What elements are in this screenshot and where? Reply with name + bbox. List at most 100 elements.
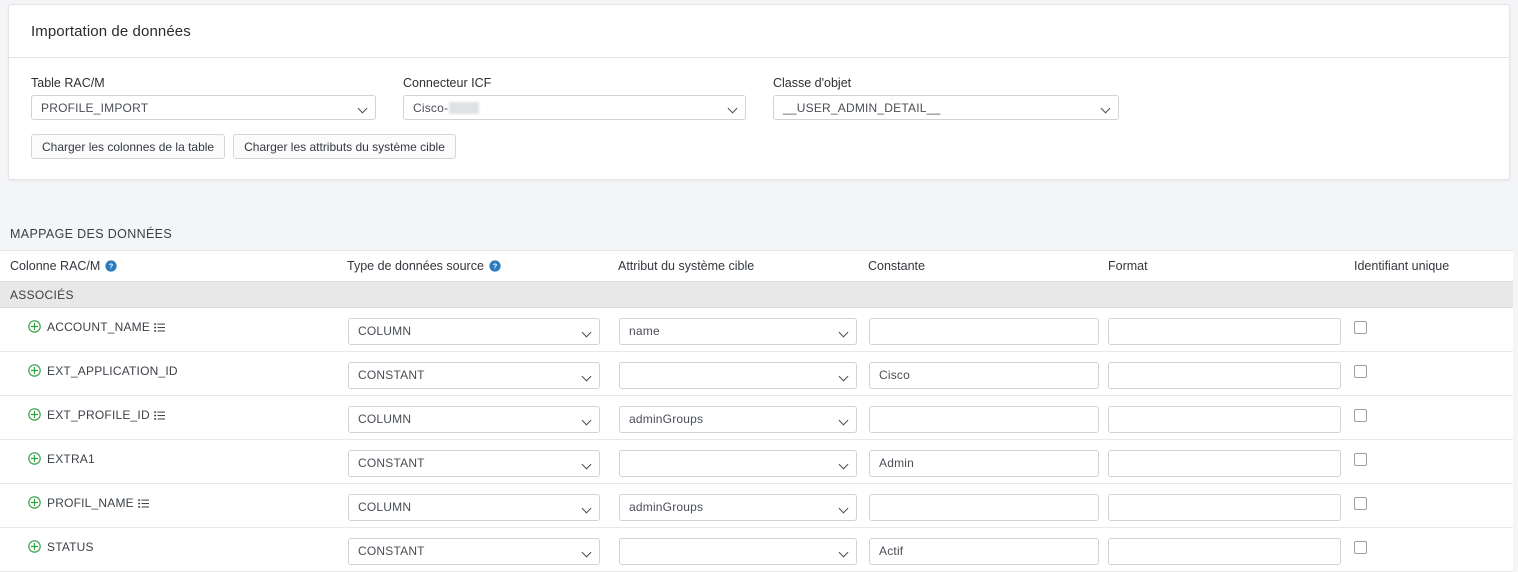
source-type-select[interactable]: CONSTANT	[348, 361, 600, 389]
plus-circle-icon[interactable]	[28, 408, 41, 421]
row-source-type-cell: CONSTANT	[347, 447, 613, 477]
row-unique-id-cell	[1354, 453, 1513, 466]
row-constant-cell: Admin	[866, 447, 1108, 477]
row-column-name: STATUS	[47, 539, 94, 554]
source-type-value: COLUMN	[358, 324, 412, 338]
row-source-type-cell: COLUMN	[347, 403, 613, 433]
plus-circle-icon[interactable]	[28, 496, 41, 509]
table-racm-select[interactable]: PROFILE_IMPORT	[31, 95, 376, 120]
source-type-value: CONSTANT	[358, 456, 425, 470]
unique-id-checkbox[interactable]	[1354, 497, 1367, 510]
source-type-select[interactable]: COLUMN	[348, 493, 600, 521]
row-source-type-cell: COLUMN	[347, 491, 613, 521]
format-input[interactable]	[1108, 361, 1341, 389]
table-row: ACCOUNT_NAME COLUMN name	[0, 308, 1513, 352]
row-format-cell	[1108, 535, 1354, 565]
card-body: Table RAC/M PROFILE_IMPORT Connecteur IC…	[9, 58, 1509, 179]
help-circle-icon[interactable]: ?	[105, 260, 117, 272]
constant-input[interactable]: Admin	[869, 449, 1099, 477]
source-type-value: COLUMN	[358, 500, 412, 514]
svg-text:?: ?	[493, 262, 498, 271]
load-table-columns-button[interactable]: Charger les colonnes de la table	[31, 134, 226, 159]
row-source-type-cell: CONSTANT	[347, 535, 613, 565]
page-title: Importation de données	[31, 22, 191, 40]
row-column-cell: STATUS	[0, 540, 347, 554]
source-type-value: CONSTANT	[358, 368, 425, 382]
row-target-attribute-cell	[613, 447, 866, 477]
connecteur-icf-select[interactable]: Cisco-	[403, 95, 746, 120]
row-column-name: EXT_APPLICATION_ID	[47, 363, 178, 378]
header-format: Format	[1108, 259, 1148, 273]
row-target-attribute-cell: adminGroups	[613, 491, 866, 521]
table-row: PROFIL_NAME COLUMN adminGroups	[0, 484, 1513, 528]
row-column-cell: EXT_PROFILE_ID	[0, 408, 347, 422]
source-type-select[interactable]: CONSTANT	[348, 537, 600, 565]
row-format-cell	[1108, 315, 1354, 345]
source-type-value: COLUMN	[358, 412, 412, 426]
source-type-select[interactable]: COLUMN	[348, 405, 600, 433]
field-classe-objet: Classe d'objet __USER_ADMIN_DETAIL__	[773, 76, 1119, 120]
classe-objet-label: Classe d'objet	[773, 76, 852, 90]
data-mapping-grid: Colonne RAC/M ? Type de données source ?…	[0, 250, 1513, 572]
constant-input[interactable]	[869, 493, 1099, 521]
row-source-type-cell: COLUMN	[347, 315, 613, 345]
source-type-select[interactable]: COLUMN	[348, 317, 600, 345]
row-constant-cell	[866, 403, 1108, 433]
plus-circle-icon[interactable]	[28, 364, 41, 377]
target-attribute-value: adminGroups	[629, 412, 704, 426]
header-attribut-systeme-cible: Attribut du système cible	[618, 259, 755, 273]
unique-id-checkbox[interactable]	[1354, 321, 1367, 334]
plus-circle-icon[interactable]	[28, 320, 41, 333]
row-format-cell	[1108, 447, 1354, 477]
row-unique-id-cell	[1354, 321, 1513, 334]
source-type-value: CONSTANT	[358, 544, 425, 558]
row-target-attribute-cell: adminGroups	[613, 403, 866, 433]
format-input[interactable]	[1108, 537, 1341, 565]
target-attribute-select[interactable]: name	[619, 317, 857, 345]
row-format-cell	[1108, 403, 1354, 433]
target-attribute-value: name	[629, 324, 660, 338]
constant-input[interactable]	[869, 405, 1099, 433]
help-circle-icon[interactable]: ?	[489, 260, 501, 272]
list-icon[interactable]	[138, 497, 149, 508]
header-type-donnees-source: Type de données source ?	[347, 259, 613, 273]
format-input[interactable]	[1108, 493, 1341, 521]
format-input[interactable]	[1108, 449, 1341, 477]
list-icon[interactable]	[154, 321, 166, 332]
target-attribute-select[interactable]	[619, 537, 857, 565]
row-source-type-cell: CONSTANT	[347, 359, 613, 389]
constant-input[interactable]	[869, 317, 1099, 345]
table-racm-label: Table RAC/M	[31, 76, 105, 90]
load-target-attributes-button[interactable]: Charger les attributs du système cible	[233, 134, 456, 159]
unique-id-checkbox[interactable]	[1354, 365, 1367, 378]
svg-text:?: ?	[109, 262, 114, 271]
table-racm-value: PROFILE_IMPORT	[41, 100, 149, 115]
constant-input[interactable]: Cisco	[869, 361, 1099, 389]
target-attribute-select[interactable]: adminGroups	[619, 405, 857, 433]
classe-objet-select[interactable]: __USER_ADMIN_DETAIL__	[773, 95, 1119, 120]
format-input[interactable]	[1108, 405, 1341, 433]
header-colonne-racm-label: Colonne RAC/M	[10, 259, 101, 273]
constant-input[interactable]: Actif	[869, 537, 1099, 565]
target-attribute-select[interactable]	[619, 361, 857, 389]
format-input[interactable]	[1108, 317, 1341, 345]
field-row: Table RAC/M PROFILE_IMPORT Connecteur IC…	[31, 76, 1487, 120]
row-unique-id-cell	[1354, 541, 1513, 554]
list-icon[interactable]	[153, 409, 165, 420]
target-attribute-select[interactable]	[619, 449, 857, 477]
source-type-select[interactable]: CONSTANT	[348, 449, 600, 477]
table-row: STATUS CONSTANT Actif	[0, 528, 1513, 572]
row-column-name: ACCOUNT_NAME	[47, 319, 151, 334]
plus-circle-icon[interactable]	[28, 452, 41, 465]
row-column-name: EXTRA1	[47, 451, 95, 466]
constant-value: Actif	[879, 544, 904, 558]
row-column-cell: EXTRA1	[0, 452, 347, 466]
row-column-cell: PROFIL_NAME	[0, 496, 347, 510]
target-attribute-select[interactable]: adminGroups	[619, 493, 857, 521]
unique-id-checkbox[interactable]	[1354, 453, 1367, 466]
plus-circle-icon[interactable]	[28, 540, 41, 553]
card-header: Importation de données	[9, 5, 1509, 58]
connecteur-icf-label: Connecteur ICF	[403, 76, 492, 90]
unique-id-checkbox[interactable]	[1354, 409, 1367, 422]
unique-id-checkbox[interactable]	[1354, 541, 1367, 554]
